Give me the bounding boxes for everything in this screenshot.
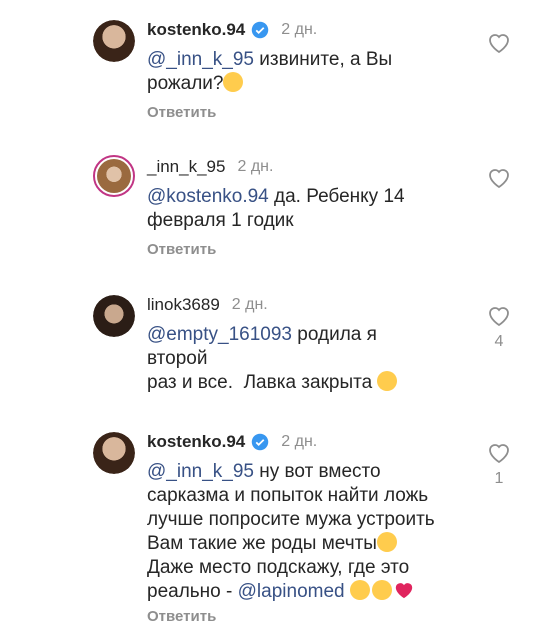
avatar[interactable] [93, 432, 135, 474]
comment-time: 2 дн. [237, 158, 274, 175]
comment-text: @empty_161093 родила я второй раз и все.… [147, 323, 437, 395]
comment-time: 2 дн. [281, 21, 318, 38]
reply-button[interactable]: Ответить [147, 608, 216, 625]
mention-link[interactable]: @kostenko.94 [147, 186, 269, 207]
rofl-emoji-icon [377, 371, 398, 391]
heart-like-icon[interactable] [487, 305, 511, 327]
avatar[interactable] [93, 155, 135, 197]
verified-badge-icon [252, 433, 269, 451]
reply-button[interactable]: Ответить [147, 241, 216, 258]
username[interactable]: kostenko.94 [147, 20, 245, 40]
verified-badge-icon [252, 21, 269, 39]
heart-eyes-emoji-icon [371, 580, 392, 600]
heart-like-icon[interactable] [487, 442, 511, 464]
comment-text: @_inn_k_95 извините, а Вы рожали? [147, 49, 393, 94]
username[interactable]: linok3689 [147, 295, 220, 315]
username[interactable]: _inn_k_95 [147, 157, 225, 177]
avatar[interactable] [93, 20, 135, 62]
red-heart-emoji-icon [395, 583, 413, 599]
comment-text: @_inn_k_95 ну вот вместо сарказма и попы… [147, 461, 435, 602]
username[interactable]: kostenko.94 [147, 432, 245, 452]
comment-text: @kostenko.94 да. Ребенку 14 февраля 1 го… [147, 186, 405, 231]
comment-time: 2 дн. [231, 296, 268, 313]
mention-link[interactable]: @_inn_k_95 [147, 49, 254, 70]
comment-time: 2 дн. [281, 433, 318, 450]
heart-like-icon[interactable] [487, 32, 511, 54]
mention-link[interactable]: @empty_161093 [147, 324, 292, 345]
reply-button[interactable]: Ответить [147, 104, 216, 121]
like-count: 4 [494, 333, 504, 350]
avatar[interactable] [93, 295, 135, 337]
heart-like-icon[interactable] [487, 167, 511, 189]
smirk-emoji-icon [223, 72, 244, 92]
like-count: 1 [494, 470, 504, 487]
heart-eyes-emoji-icon [349, 580, 370, 600]
mention-link[interactable]: @lapinomed [238, 581, 345, 602]
mention-link[interactable]: @_inn_k_95 [147, 461, 254, 482]
blush-emoji-icon [376, 532, 397, 552]
